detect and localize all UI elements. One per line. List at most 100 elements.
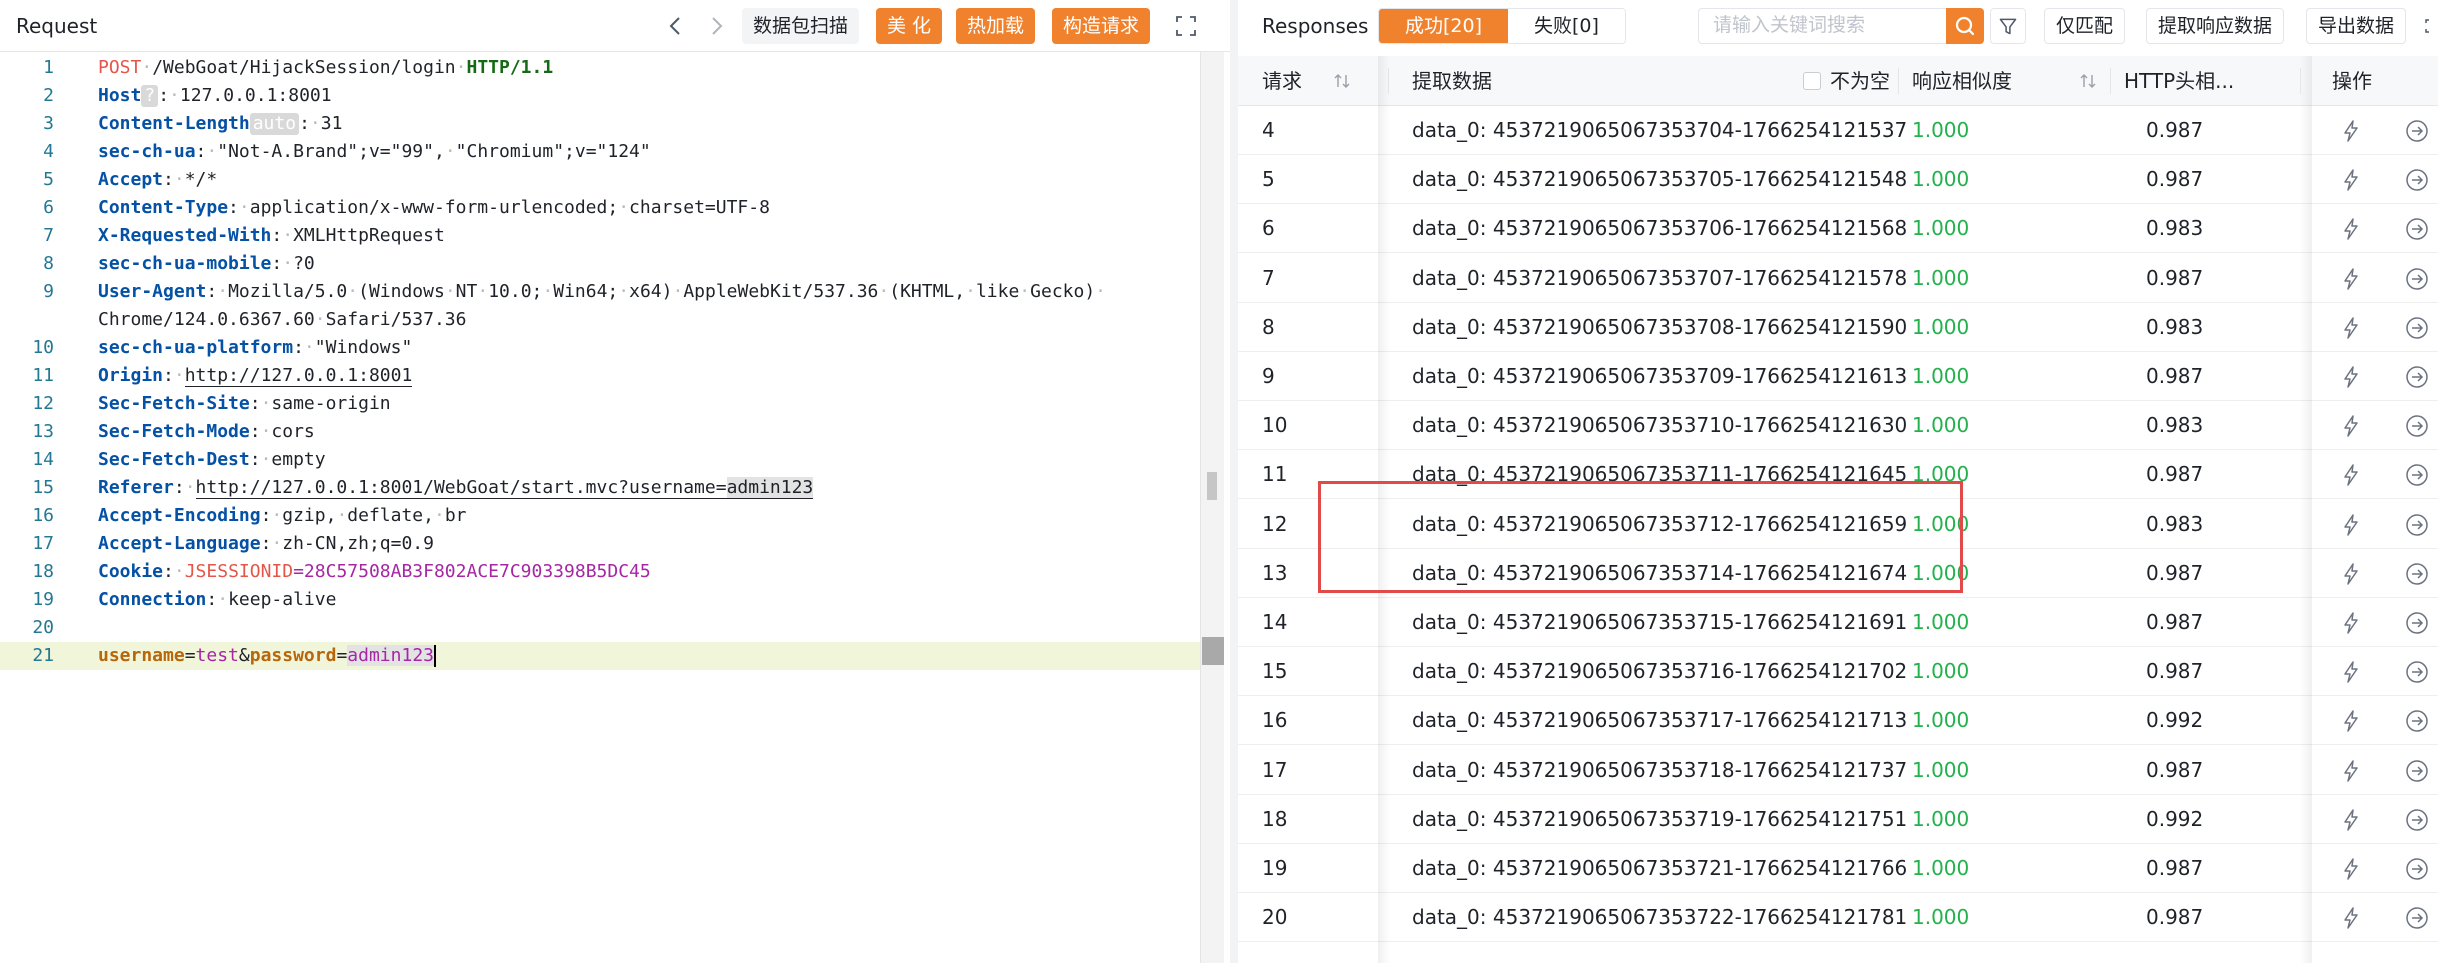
arrow-right-circle-icon[interactable] <box>2404 364 2430 390</box>
code-line[interactable]: 16 Accept-Encoding:·gzip,·deflate,·br <box>0 502 1224 530</box>
code-line[interactable]: 6 Content-Type:·application/x-www-form-ur… <box>0 194 1224 222</box>
col-extract-data[interactable]: 提取数据 <box>1412 56 1492 106</box>
arrow-right-circle-icon[interactable] <box>2404 807 2430 833</box>
table-row[interactable]: 19 data_0: 4537219065067353721-1766254121… <box>1238 844 2438 893</box>
scrollbar-thumb[interactable] <box>1207 472 1217 500</box>
code-line[interactable]: 12 Sec-Fetch-Site:·same-origin <box>0 390 1224 418</box>
only-match-button[interactable]: 仅匹配 <box>2044 8 2126 44</box>
code-line[interactable]: 7 X-Requested-With:·XMLHttpRequest <box>0 222 1224 250</box>
code-line[interactable]: 20 <box>0 614 1224 642</box>
table-row[interactable]: 11 data_0: 4537219065067353711-1766254121… <box>1238 450 2438 500</box>
lightning-icon[interactable] <box>2338 118 2364 144</box>
export-data-button[interactable]: 导出数据 <box>2306 8 2407 44</box>
editor-scrollbar[interactable] <box>1200 52 1224 963</box>
lightning-icon[interactable] <box>2338 708 2364 734</box>
code-line[interactable]: 14 Sec-Fetch-Dest:·empty <box>0 446 1224 474</box>
code-line[interactable]: 17 Accept-Language:·zh-CN,zh;q=0.9 <box>0 530 1224 558</box>
table-row[interactable]: 14 data_0: 4537219065067353715-1766254121… <box>1238 598 2438 647</box>
code-line[interactable]: 21 username=test&password=admin123 <box>0 642 1224 670</box>
lightning-icon[interactable] <box>2338 512 2364 538</box>
lightning-icon[interactable] <box>2338 856 2364 882</box>
filter-button[interactable] <box>1990 8 2026 44</box>
arrow-right-circle-icon[interactable] <box>2404 413 2430 439</box>
more-icon[interactable] <box>2424 18 2438 34</box>
tab-success[interactable]: 成功[20] <box>1379 9 1509 43</box>
lightning-icon[interactable] <box>2338 462 2364 488</box>
arrow-right-circle-icon[interactable] <box>2404 758 2430 784</box>
chevron-left-icon[interactable] <box>660 10 692 42</box>
arrow-right-circle-icon[interactable] <box>2404 561 2430 587</box>
table-row[interactable]: 18 data_0: 4537219065067353719-1766254121… <box>1238 795 2438 844</box>
arrow-right-circle-icon[interactable] <box>2404 167 2430 193</box>
code-line[interactable]: 15 Referer:·http://127.0.0.1:8001/WebGoat… <box>0 474 1224 502</box>
chevron-right-icon[interactable] <box>700 10 732 42</box>
table-row[interactable]: 6 data_0: 4537219065067353706-17662541215… <box>1238 204 2438 254</box>
lightning-icon[interactable] <box>2338 364 2364 390</box>
not-empty-checkbox[interactable] <box>1803 72 1821 90</box>
sort-icon[interactable] <box>1332 71 1352 91</box>
arrow-right-circle-icon[interactable] <box>2404 610 2430 636</box>
code-line[interactable]: 10 sec-ch-ua-platform:·"Windows" <box>0 334 1224 362</box>
code-line[interactable]: 19 Connection:·keep-alive <box>0 586 1224 614</box>
code-line[interactable]: 4 sec-ch-ua:·"Not-A.Brand";v="99",·"Chrom… <box>0 138 1224 166</box>
request-editor[interactable]: 1 POST·/WebGoat/HijackSession/login·HTTP/… <box>0 52 1224 963</box>
arrow-right-circle-icon[interactable] <box>2404 118 2430 144</box>
code-line[interactable]: 3 Content-Length auto:·31 <box>0 110 1224 138</box>
beautify-button[interactable]: 美 化 <box>876 8 943 44</box>
lightning-icon[interactable] <box>2338 413 2364 439</box>
arrow-right-circle-icon[interactable] <box>2404 266 2430 292</box>
table-row[interactable]: 5 data_0: 4537219065067353705-17662541215… <box>1238 155 2438 205</box>
table-row[interactable]: 9 data_0: 4537219065067353709-17662541216… <box>1238 352 2438 401</box>
table-row[interactable]: 7 data_0: 4537219065067353707-17662541215… <box>1238 254 2438 303</box>
table-row[interactable]: 17 data_0: 4537219065067353718-1766254121… <box>1238 746 2438 795</box>
lightning-icon[interactable] <box>2338 807 2364 833</box>
packet-scan-button[interactable]: 数据包扫描 <box>742 8 860 44</box>
col-header-similarity[interactable]: HTTP头相... <box>2124 56 2234 106</box>
code-line[interactable]: 18 Cookie:·JSESSIONID=28C57508AB3F802ACE7… <box>0 558 1224 586</box>
keyword-search-input[interactable] <box>1699 9 1939 43</box>
tab-fail[interactable]: 失败[0] <box>1508 9 1625 43</box>
arrow-right-circle-icon[interactable] <box>2404 708 2430 734</box>
code-line[interactable]: 13 Sec-Fetch-Mode:·cors <box>0 418 1224 446</box>
sort-icon[interactable] <box>2078 71 2098 91</box>
lightning-icon[interactable] <box>2338 216 2364 242</box>
code-line[interactable]: 1 POST·/WebGoat/HijackSession/login·HTTP/… <box>0 54 1224 82</box>
col-separator[interactable] <box>2300 68 2301 94</box>
arrow-right-circle-icon[interactable] <box>2404 856 2430 882</box>
code-line[interactable]: Chrome/124.0.6367.60·Safari/537.36 <box>0 306 1224 334</box>
table-row[interactable]: 4 data_0: 4537219065067353704-17662541215… <box>1238 106 2438 155</box>
col-separator[interactable] <box>2110 68 2111 94</box>
code-line[interactable]: 2 Host?:·127.0.0.1:8001 <box>0 82 1224 110</box>
code-line[interactable]: 8 sec-ch-ua-mobile:·?0 <box>0 250 1224 278</box>
table-row[interactable]: 10 data_0: 4537219065067353710-1766254121… <box>1238 401 2438 451</box>
col-similarity[interactable]: 响应相似度 <box>1912 56 2012 106</box>
arrow-right-circle-icon[interactable] <box>2404 462 2430 488</box>
lightning-icon[interactable] <box>2338 905 2364 931</box>
lightning-icon[interactable] <box>2338 315 2364 341</box>
search-button[interactable] <box>1946 8 1984 44</box>
construct-request-button[interactable]: 构造请求 <box>1052 8 1151 44</box>
lightning-icon[interactable] <box>2338 758 2364 784</box>
lightning-icon[interactable] <box>2338 561 2364 587</box>
table-row[interactable]: 15 data_0: 4537219065067353716-1766254121… <box>1238 647 2438 697</box>
arrow-right-circle-icon[interactable] <box>2404 659 2430 685</box>
table-row[interactable]: 13 data_0: 4537219065067353714-1766254121… <box>1238 549 2438 598</box>
lightning-icon[interactable] <box>2338 659 2364 685</box>
table-row[interactable]: 16 data_0: 4537219065067353717-1766254121… <box>1238 696 2438 746</box>
lightning-icon[interactable] <box>2338 266 2364 292</box>
arrow-right-circle-icon[interactable] <box>2404 905 2430 931</box>
pane-divider[interactable] <box>1230 0 1238 963</box>
lightning-icon[interactable] <box>2338 167 2364 193</box>
code-line[interactable]: 9 User-Agent:·Mozilla/5.0·(Windows·NT·10.… <box>0 278 1224 306</box>
col-separator[interactable] <box>1898 68 1899 94</box>
table-row[interactable]: 20 data_0: 4537219065067353722-1766254121… <box>1238 893 2438 943</box>
arrow-right-circle-icon[interactable] <box>2404 216 2430 242</box>
table-row[interactable]: 8 data_0: 4537219065067353708-17662541215… <box>1238 303 2438 352</box>
lightning-icon[interactable] <box>2338 610 2364 636</box>
expand-icon[interactable] <box>1172 12 1200 40</box>
hot-load-button[interactable]: 热加载 <box>956 8 1036 44</box>
col-request[interactable]: 请求 <box>1262 56 1302 106</box>
arrow-right-circle-icon[interactable] <box>2404 315 2430 341</box>
extract-response-button[interactable]: 提取响应数据 <box>2146 8 2285 44</box>
table-row[interactable]: 12 data_0: 4537219065067353712-1766254121… <box>1238 500 2438 549</box>
